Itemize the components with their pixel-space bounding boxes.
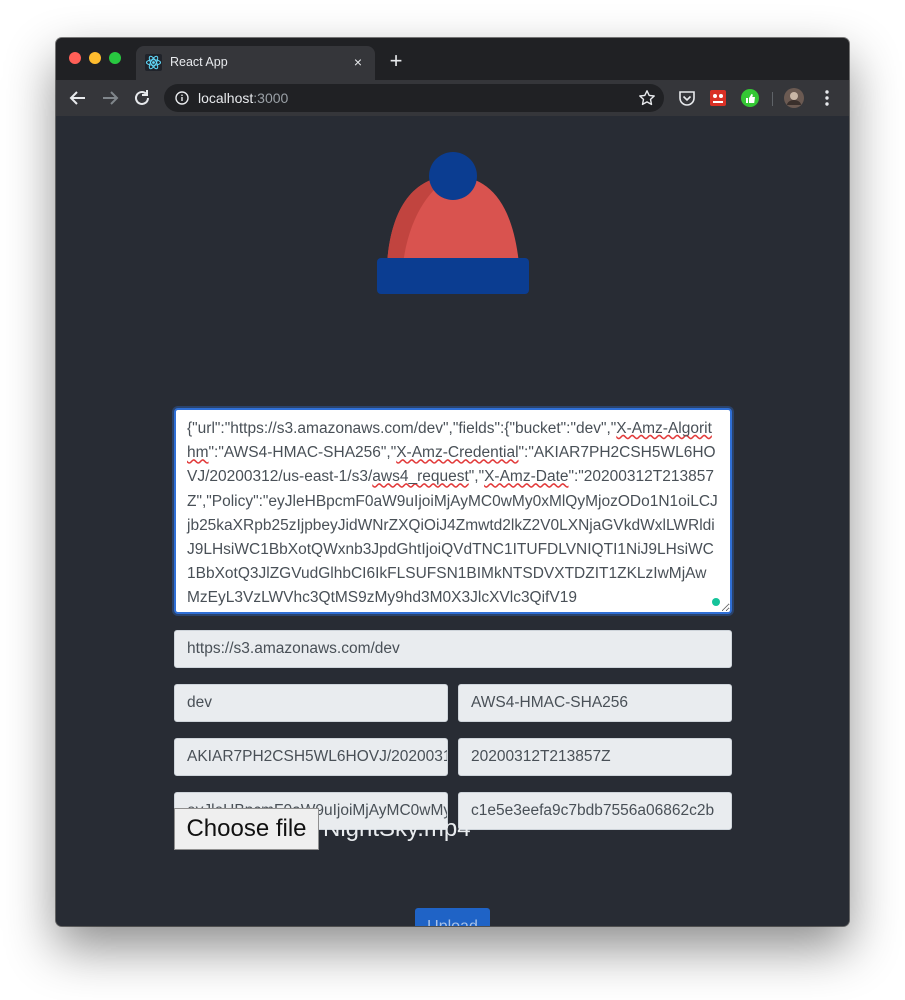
bucket-field[interactable]: dev [174,684,448,722]
presigned-json-textarea[interactable]: {"url":"https://s3.amazonaws.com/dev","f… [174,408,732,614]
reload-icon[interactable] [130,86,154,110]
url-text: localhost:3000 [198,90,289,106]
algorithm-field[interactable]: AWS4-HMAC-SHA256 [458,684,732,722]
tab-title: React App [170,55,228,69]
menu-kebab-icon[interactable] [816,87,838,109]
json-text-segment: ":"AWS4-HMAC-SHA256"," [208,444,397,462]
tab-close-icon[interactable]: × [349,53,367,71]
bookmark-star-icon[interactable] [638,89,656,107]
selected-file-name: NightSky.mp4 [323,815,471,842]
date-field[interactable]: 20200312T213857Z [458,738,732,776]
close-window-button[interactable] [69,52,81,64]
profile-avatar[interactable] [783,87,805,109]
url-field[interactable]: https://s3.amazonaws.com/dev [174,630,732,668]
forward-arrow-icon[interactable] [98,86,122,110]
choose-file-button[interactable]: Choose file [174,808,319,850]
address-bar[interactable]: localhost:3000 [164,84,664,112]
tab-react-app[interactable]: React App × [136,46,375,80]
react-logo-icon [145,54,162,71]
spellcheck-flagged-text: aws4_request [372,468,469,486]
back-arrow-icon[interactable] [66,86,90,110]
info-icon[interactable] [175,91,189,105]
browser-window: React App × + localhost:3000 {"url":"htt… [56,38,849,926]
signature-field[interactable]: c1e5e3eefa9c7bdb7556a06862c2b [458,792,732,830]
toolbar-separator [772,92,773,106]
new-tab-button[interactable]: + [384,50,408,74]
spellcheck-flagged-text: X-Amz-Date [484,468,569,486]
react-devtools-extension-icon[interactable] [707,87,729,109]
json-text-segment: ":"20200312T213857Z","Policy":"eyJleHBpc… [187,468,718,607]
minimize-window-button[interactable] [89,52,101,64]
page-content: {"url":"https://s3.amazonaws.com/dev","f… [56,116,849,926]
maximize-window-button[interactable] [109,52,121,64]
pocket-icon[interactable] [676,87,698,109]
upload-button[interactable]: Upload [415,908,490,926]
spellcheck-flagged-text: X-Amz-Credential [396,444,519,462]
thumbs-up-extension-icon[interactable] [739,87,761,109]
json-text-segment: "," [468,468,485,486]
winter-hat-logo [377,152,529,294]
grammarly-icon[interactable] [712,598,720,606]
json-text-segment: {"url":"https://s3.amazonaws.com/dev","f… [187,420,617,437]
browser-toolbar: localhost:3000 [56,80,849,116]
credential-field[interactable]: AKIAR7PH2CSH5WL6HOVJ/20200312/us-east-1/… [174,738,448,776]
tab-strip: React App × + [56,38,849,80]
